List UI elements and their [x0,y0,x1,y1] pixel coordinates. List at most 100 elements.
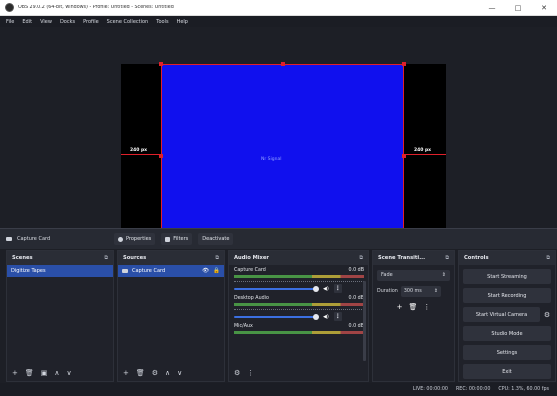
scene-filters-button[interactable]: ▣ [41,369,48,377]
add-scene-button[interactable]: + [12,369,18,377]
duration-spinbox[interactable]: 300 ms ⇕ [400,285,441,297]
audio-mixer-dock: Audio Mixer ⧉ Capture Card 0.0 dB ◀) ⋮ D… [228,250,369,382]
remove-source-button[interactable]: 🗑 [136,369,145,377]
speaker-icon[interactable]: ◀) [323,286,329,292]
no-signal-text: Nr Signal [261,157,282,162]
resize-handle[interactable] [402,62,406,66]
source-properties-button[interactable]: ⚙ [152,369,158,377]
rec-status: REC: 00:00:00 [455,387,491,392]
preview-area[interactable]: 240 px 240 px Nr Signal [0,27,557,249]
gear-icon[interactable]: ⚙ [542,310,552,320]
undock-icon[interactable]: ⧉ [359,255,363,261]
scenes-toolbar: + 🗑 ▣ ∧ ∨ [7,364,113,381]
volume-slider[interactable] [234,313,319,320]
meter-scale [234,279,364,282]
scene-item[interactable]: Digitize Tapes [7,265,113,277]
move-scene-down-button[interactable]: ∨ [67,369,72,377]
sources-header: Sources ⧉ [118,251,224,265]
right-guide-label: 240 px [414,148,432,153]
volume-meter [234,303,364,306]
scene-item-label: Digitize Tapes [11,268,46,274]
sources-list: Capture Card 👁 🔒 [118,265,224,365]
scene-transitions-dock: Scene Transiti... ⧉ Fade ⇕ Duration 300 … [372,250,455,382]
source-item[interactable]: Capture Card 👁 🔒 [118,265,224,277]
mixer-toolbar: ⚙ ⋮ [229,364,368,381]
deactivate-label: Deactivate [202,236,230,242]
controls-title: Controls [464,255,489,261]
resize-handle[interactable] [281,62,285,66]
speaker-icon[interactable]: ◀) [323,314,329,320]
transition-type-select[interactable]: Fade ⇕ [377,269,450,281]
capture-card-source-box[interactable] [159,62,406,249]
remove-transition-button[interactable]: 🗑 [408,303,417,311]
move-source-up-button[interactable]: ∧ [165,369,170,377]
menu-tools[interactable]: Tools [156,19,168,25]
lock-icon[interactable]: 🔒 [213,268,220,274]
window-title: OBS 29.0.2 (64-bit, windows) - Profile: … [18,5,174,10]
move-source-down-button[interactable]: ∨ [177,369,182,377]
undock-icon[interactable]: ⧉ [546,255,550,261]
mixer-menu-button[interactable]: ⋮ [247,369,254,377]
controls-header: Controls ⧉ [459,251,555,265]
exit-button[interactable]: Exit [463,364,551,379]
transitions-title: Scene Transiti... [378,255,426,261]
menu-help[interactable]: Help [177,19,188,25]
transitions-header: Scene Transiti... ⧉ [373,251,454,265]
mixer-channels: Capture Card 0.0 dB ◀) ⋮ Desktop Audio 0… [229,265,368,365]
menu-docks[interactable]: Docks [60,19,75,25]
properties-button[interactable]: Properties [114,233,156,245]
mixer-settings-button[interactable]: ⚙ [234,369,240,377]
volume-slider[interactable] [234,285,319,292]
channel-db: 0.0 dB [348,296,365,301]
volume-slider-handle[interactable] [313,285,319,292]
filters-button[interactable]: Filters [161,233,193,245]
channel-menu-button[interactable]: ⋮ [333,284,342,293]
start-streaming-button[interactable]: Start Streaming [463,269,551,284]
filter-icon [165,236,171,242]
undock-icon[interactable]: ⧉ [445,255,449,261]
volume-meter [234,331,364,334]
source-item-label: Capture Card [132,268,166,274]
menu-edit[interactable]: Edit [22,19,32,25]
status-bar: LIVE: 00:00:00 REC: 00:00:00 CPU: 1.3%, … [0,383,557,396]
transition-type-value: Fade [381,272,393,278]
close-button[interactable]: ✕ [531,0,557,16]
maximize-button[interactable]: □ [505,0,531,16]
right-distance-guide [404,154,446,155]
undock-icon[interactable]: ⧉ [104,255,108,261]
selected-source-name: Capture Card [17,236,51,242]
start-virtual-camera-button[interactable]: Start Virtual Camera [463,307,540,322]
sources-title: Sources [123,255,147,261]
mixer-channel: Capture Card 0.0 dB ◀) ⋮ [229,265,368,293]
move-scene-up-button[interactable]: ∧ [54,369,59,377]
settings-button[interactable]: Settings [463,345,551,360]
remove-scene-button[interactable]: 🗑 [25,369,34,377]
mixer-scrollbar[interactable] [363,281,366,361]
visibility-eye-icon[interactable]: 👁 [202,268,209,274]
deactivate-button[interactable]: Deactivate [198,233,234,245]
duration-value: 300 ms [403,288,422,294]
menu-view[interactable]: View [40,19,52,25]
audio-mixer-header: Audio Mixer ⧉ [229,251,368,265]
channel-menu-button[interactable]: ⋮ [333,312,342,321]
meter-scale [234,307,364,310]
menu-bar: File Edit View Docks Profile Scene Colle… [0,16,557,27]
studio-mode-button[interactable]: Studio Mode [463,326,551,341]
menu-scene-collection[interactable]: Scene Collection [107,19,149,25]
channel-name: Capture Card [234,268,266,273]
window-titlebar: OBS 29.0.2 (64-bit, windows) - Profile: … [0,0,557,16]
live-status: LIVE: 00:00:00 [412,387,448,392]
volume-slider-handle[interactable] [313,313,319,320]
menu-profile[interactable]: Profile [83,19,99,25]
undock-icon[interactable]: ⧉ [215,255,219,261]
resize-handle[interactable] [159,62,163,66]
filters-label: Filters [173,236,189,242]
transition-menu-button[interactable]: ⋮ [423,303,430,311]
left-distance-guide [121,154,161,155]
menu-file[interactable]: File [6,19,14,25]
channel-name: Desktop Audio [234,296,269,301]
add-source-button[interactable]: + [123,369,129,377]
start-recording-button[interactable]: Start Recording [463,288,551,303]
minimize-button[interactable]: — [479,0,505,16]
add-transition-button[interactable]: + [397,303,403,311]
